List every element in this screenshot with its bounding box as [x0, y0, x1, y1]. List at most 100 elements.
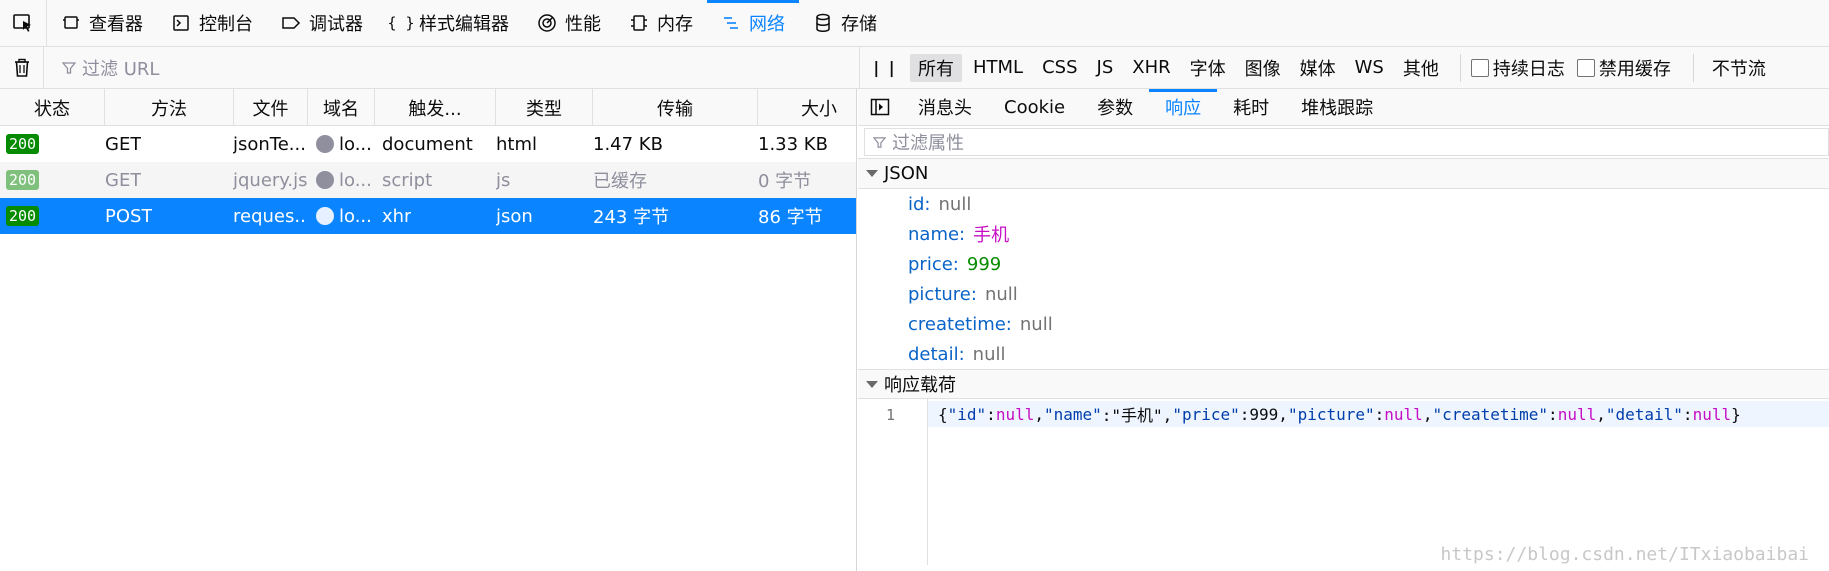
filter-fonts[interactable]: 字体 [1182, 54, 1234, 82]
method-cell: GET [105, 169, 142, 191]
transferred-cell: 243 字节 [593, 207, 670, 228]
tab-console-label: 控制台 [199, 14, 253, 35]
tab-response[interactable]: 响应 [1149, 89, 1218, 125]
domain-text: lo... [339, 133, 372, 155]
json-section-header[interactable]: JSON [858, 159, 1829, 189]
globe-icon [316, 207, 334, 225]
filter-js[interactable]: JS [1089, 54, 1122, 82]
clear-button[interactable] [0, 47, 44, 88]
network-filter-bar: 过滤 URL | | 所有 HTML CSS JS XHR 字体 图像 媒体 W… [0, 47, 1829, 89]
checkbox-box[interactable] [1470, 58, 1489, 77]
type-cell: html [496, 133, 538, 155]
table-row[interactable]: 200 GET jquery.js lo... script js 已缓存 0 … [0, 162, 856, 198]
toggle-sidebar-button[interactable] [858, 89, 902, 125]
col-method[interactable]: 方法 [105, 89, 234, 126]
col-domain[interactable]: 域名 [308, 89, 375, 126]
json-value: 手机 [973, 225, 1010, 246]
json-field-createtime: createtime: null [858, 309, 1829, 339]
disable-cache-checkbox[interactable]: 禁用缓存 [1576, 55, 1671, 81]
line-gutter: 1 [858, 399, 928, 565]
persist-log-label: 持续日志 [1492, 58, 1565, 80]
domain-cell: lo... [316, 126, 374, 162]
domain-text: lo... [339, 205, 372, 227]
tab-stack-trace[interactable]: 堆栈跟踪 [1285, 89, 1389, 125]
tab-inspector[interactable]: 查看器 [47, 0, 157, 46]
json-key: detail: [908, 343, 965, 365]
url-filter-input[interactable]: 过滤 URL [44, 47, 860, 88]
tab-headers[interactable]: 消息头 [902, 89, 988, 125]
throttle-select[interactable]: 不节流 [1704, 54, 1774, 82]
table-row-selected[interactable]: 200 POST reques... lo... xhr json 243 字节… [0, 198, 856, 234]
tab-memory-label: 内存 [657, 14, 693, 35]
tab-inspector-label: 查看器 [89, 14, 143, 35]
status-cell: 200 [6, 126, 40, 162]
divider [1692, 53, 1694, 82]
devtools-toolbar: 查看器 控制台 调试器 { } 样式编辑器 性能 内存 网络 存储 [0, 0, 1829, 47]
json-field-name: name: 手机 [858, 219, 1829, 249]
persist-log-checkbox[interactable]: 持续日志 [1470, 55, 1565, 81]
filter-html[interactable]: HTML [965, 54, 1031, 82]
tab-memory[interactable]: 内存 [615, 0, 707, 46]
size-cell: 86 字节 [758, 207, 823, 228]
property-filter-placeholder: 过滤属性 [892, 133, 964, 154]
tab-storage-label: 存储 [841, 14, 877, 35]
json-key: price: [908, 253, 959, 275]
size-cell: 0 字节 [758, 171, 812, 192]
json-value: 999 [966, 253, 1002, 275]
file-cell: jquery.js [233, 169, 308, 191]
filter-media[interactable]: 媒体 [1292, 54, 1344, 82]
col-transferred[interactable]: 传输 [593, 89, 758, 126]
cause-cell: document [382, 133, 473, 155]
details-tabs: 消息头 Cookie 参数 响应 耗时 堆栈跟踪 [858, 89, 1829, 126]
status-badge: 200 [6, 134, 40, 154]
json-value: null [984, 283, 1018, 305]
request-details-panel: 消息头 Cookie 参数 响应 耗时 堆栈跟踪 过滤属性 JSON id: n… [858, 89, 1829, 571]
watermark: https://blog.csdn.net/ITxiaobaibai [1440, 544, 1809, 565]
tab-debugger[interactable]: 调试器 [267, 0, 377, 46]
filter-other[interactable]: 其他 [1395, 54, 1447, 82]
checkbox-box[interactable] [1576, 58, 1595, 77]
json-section-title: JSON [884, 163, 929, 184]
transferred-cell: 已缓存 [593, 171, 647, 192]
tab-params[interactable]: 参数 [1081, 89, 1149, 125]
tab-console[interactable]: 控制台 [157, 0, 267, 46]
col-cause[interactable]: 触发... [375, 89, 496, 126]
json-field-detail: detail: null [858, 339, 1829, 369]
json-field-picture: picture: null [858, 279, 1829, 309]
filter-css[interactable]: CSS [1034, 54, 1085, 82]
payload-section-header[interactable]: 响应载荷 [858, 369, 1829, 399]
filter-all[interactable]: 所有 [910, 53, 962, 82]
col-size[interactable]: 大小 [758, 89, 857, 126]
tab-performance-label: 性能 [565, 14, 601, 35]
network-icon [721, 13, 741, 33]
element-picker-icon [13, 14, 31, 32]
tab-network[interactable]: 网络 [707, 0, 799, 46]
collapse-triangle-icon [866, 170, 878, 177]
tab-cookies[interactable]: Cookie [988, 89, 1081, 125]
debugger-icon [281, 13, 301, 33]
tab-style-editor[interactable]: { } 样式编辑器 [377, 0, 523, 46]
col-type[interactable]: 类型 [496, 89, 593, 126]
tab-storage[interactable]: 存储 [799, 0, 891, 46]
tab-performance[interactable]: 性能 [523, 0, 615, 46]
table-row[interactable]: 200 GET jsonTe... lo... document html 1.… [0, 126, 856, 162]
filter-ws[interactable]: WS [1347, 54, 1392, 82]
payload-section-title: 响应载荷 [884, 375, 956, 396]
element-picker-button[interactable] [0, 0, 47, 46]
pause-icon: | | [873, 58, 897, 77]
pause-button[interactable]: | | [860, 47, 910, 88]
property-filter-input[interactable]: 过滤属性 [864, 128, 1829, 156]
method-cell: POST [105, 205, 153, 227]
filter-xhr[interactable]: XHR [1124, 54, 1178, 82]
tab-timings[interactable]: 耗时 [1217, 89, 1285, 125]
col-status[interactable]: 状态 [0, 89, 105, 126]
domain-cell: lo... [316, 198, 374, 234]
collapse-triangle-icon [866, 380, 878, 388]
json-key: createtime: [908, 313, 1012, 335]
response-payload-editor[interactable]: 1 {"id": null, "name":"手机", "price":999, "pi… [858, 399, 1829, 565]
property-filter-row: 过滤属性 [858, 126, 1829, 159]
filter-images[interactable]: 图像 [1237, 54, 1289, 82]
col-file[interactable]: 文件 [234, 89, 308, 126]
json-key: picture: [908, 283, 977, 305]
size-cell: 1.33 KB [758, 133, 828, 155]
